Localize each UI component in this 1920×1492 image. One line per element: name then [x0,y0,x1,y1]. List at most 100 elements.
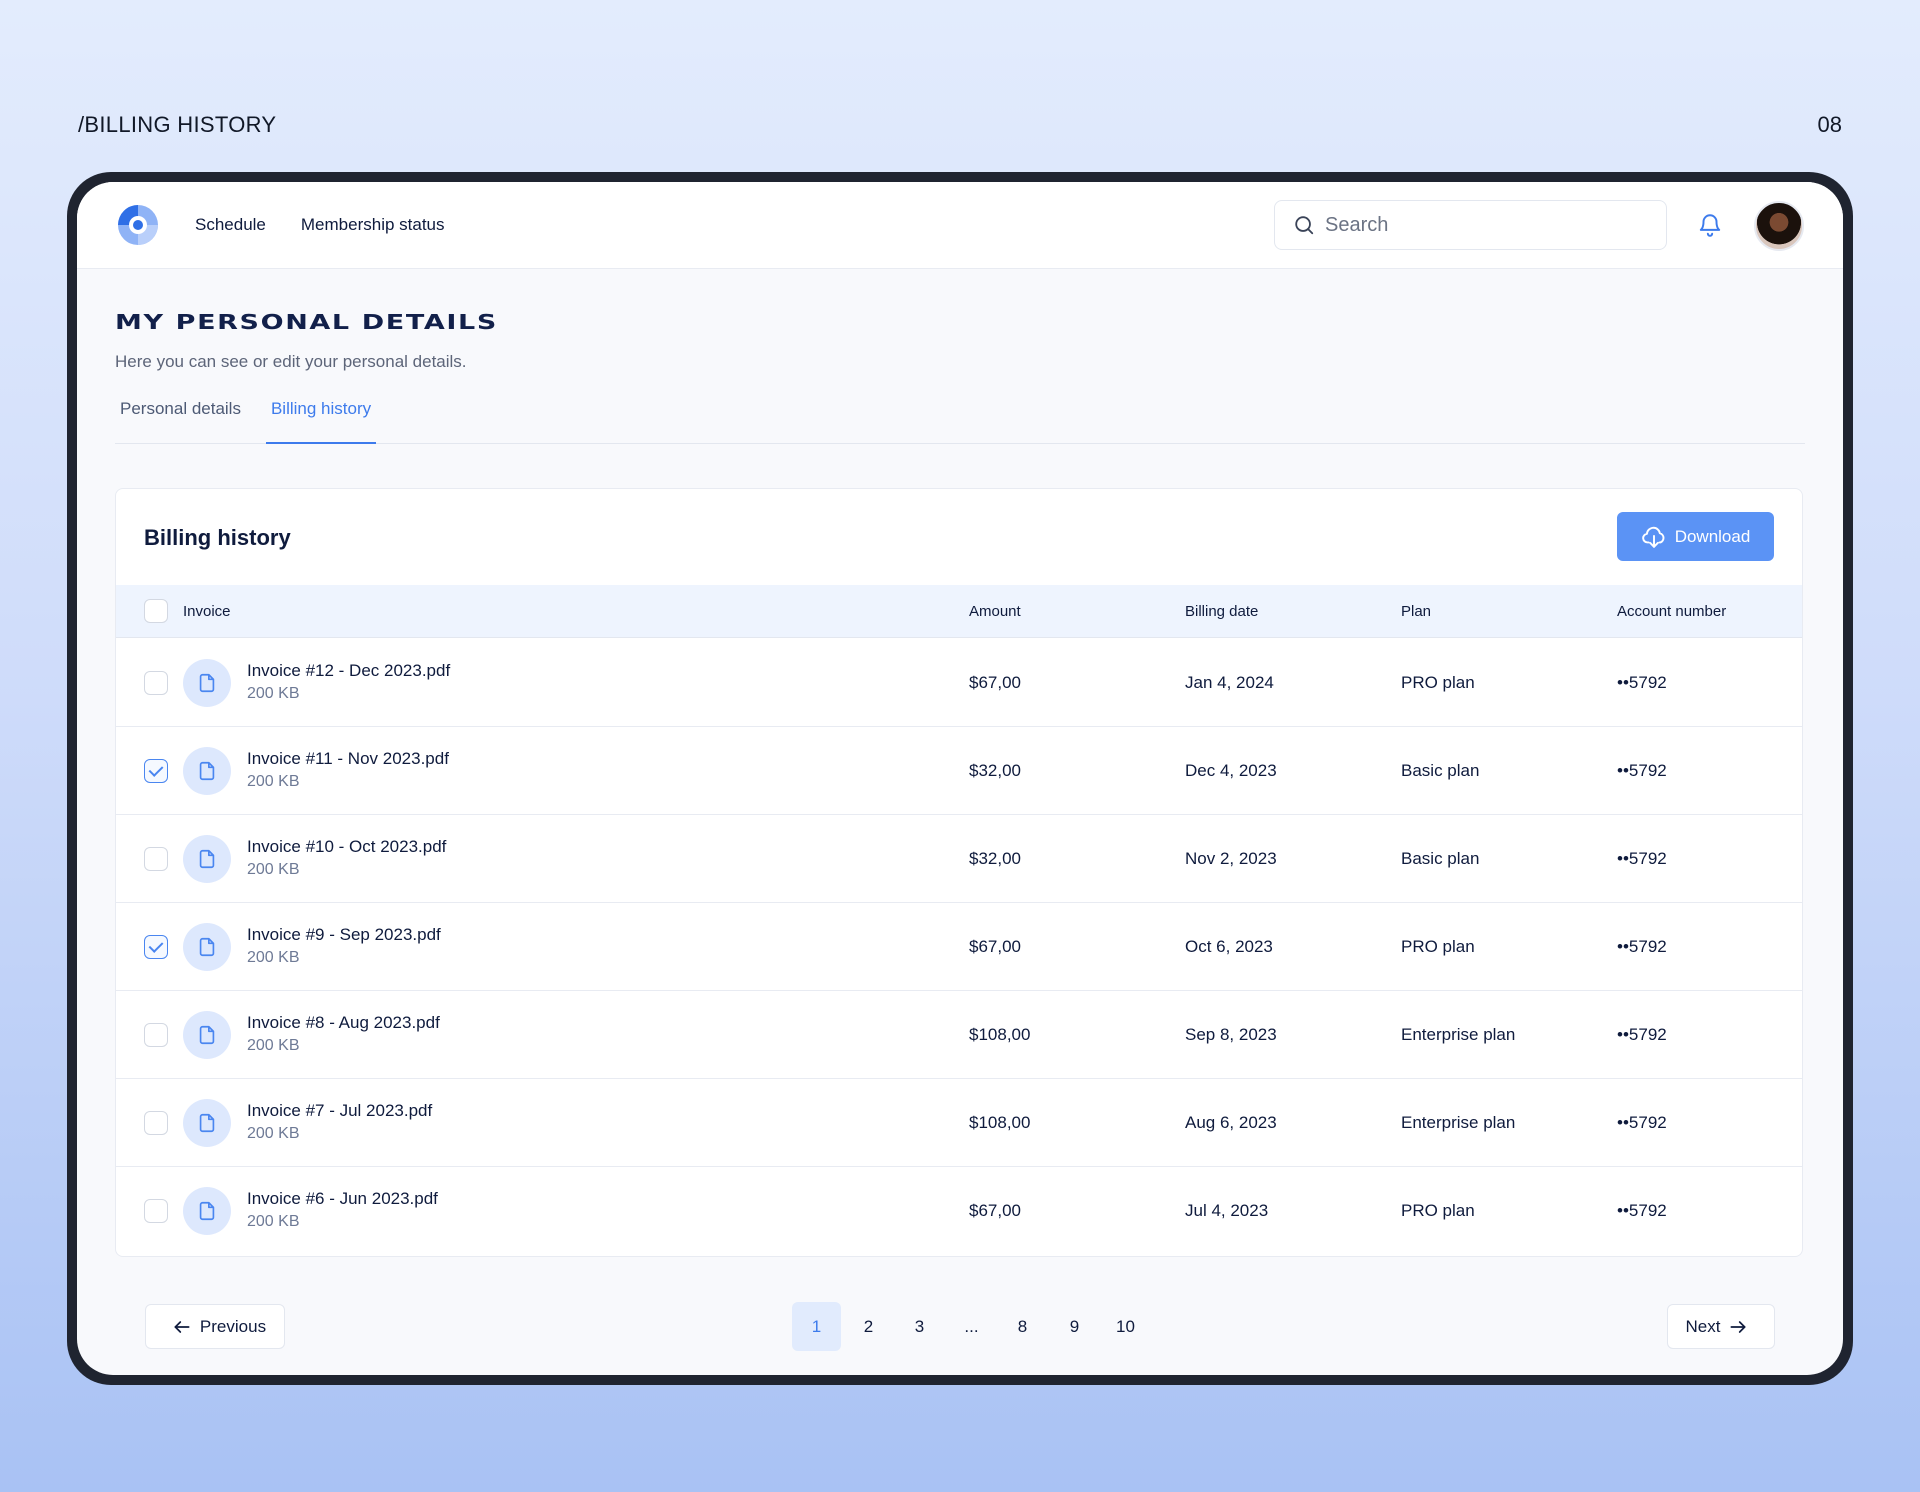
previous-button[interactable]: Previous [145,1304,285,1349]
billing-history-card: Billing history Download Invoice Amount … [115,488,1803,1257]
amount-cell: $108,00 [969,1025,1031,1044]
page-number-button[interactable]: 9 [1050,1302,1099,1351]
table-row[interactable]: Invoice #9 - Sep 2023.pdf 200 KB $67,00 Oct… [116,903,1802,991]
invoice-file-name[interactable]: Invoice #7 - Jul 2023.pdf [247,1101,432,1121]
row-checkbox[interactable] [144,1199,168,1223]
file-icon [183,835,231,883]
file-icon [183,747,231,795]
download-button[interactable]: Download [1617,512,1774,561]
row-checkbox[interactable] [144,935,168,959]
nav-link-membership-status[interactable]: Membership status [301,215,445,235]
invoice-file-size: 200 KB [247,773,300,790]
plan-cell: PRO plan [1401,1201,1475,1220]
invoice-file-name[interactable]: Invoice #11 - Nov 2023.pdf [247,749,449,769]
page-ellipsis: ... [964,1317,979,1336]
app-screen: Schedule Membership status MY PERSONAL D… [77,182,1843,1375]
tab-billing-history[interactable]: Billing history [265,394,377,444]
row-checkbox[interactable] [144,1023,168,1047]
top-navigation: Schedule Membership status [77,182,1843,269]
file-icon [183,1099,231,1147]
column-header-plan[interactable]: Plan [1401,585,1431,638]
arrow-right-icon [1730,1320,1746,1333]
row-checkbox[interactable] [144,847,168,871]
table-row[interactable]: Invoice #12 - Dec 2023.pdf 200 KB $67,00 Ja… [116,639,1802,727]
amount-cell: $32,00 [969,761,1021,780]
page-number-button[interactable]: 1 [792,1302,841,1351]
invoice-file-size: 200 KB [247,1125,300,1142]
previous-label: Previous [199,1316,267,1336]
download-label: Download [1674,526,1751,546]
nav-link-schedule[interactable]: Schedule [195,215,266,235]
invoice-file-size: 200 KB [247,1037,300,1054]
account-number-cell: ••5792 [1617,761,1667,780]
tab-personal-details[interactable]: Personal details [115,394,246,444]
table-row[interactable]: Invoice #8 - Aug 2023.pdf 200 KB $108,00 Se… [116,991,1802,1079]
invoice-file-size: 200 KB [247,1213,300,1230]
account-number-cell: ••5792 [1617,1025,1667,1044]
card-title: Billing history [144,525,291,550]
billing-date-cell: Oct 6, 2023 [1185,937,1273,956]
invoice-file-name[interactable]: Invoice #9 - Sep 2023.pdf [247,925,441,945]
arrow-left-icon [174,1320,190,1333]
amount-cell: $67,00 [969,937,1021,956]
next-button[interactable]: Next [1667,1304,1775,1349]
account-number-cell: ••5792 [1617,937,1667,956]
page-number-button[interactable]: 2 [844,1302,893,1351]
plan-cell: Enterprise plan [1401,1113,1516,1132]
invoice-file-name[interactable]: Invoice #10 - Oct 2023.pdf [247,837,446,857]
cloud-download-icon [1641,526,1665,548]
row-checkbox[interactable] [144,671,168,695]
billing-date-cell: Sep 8, 2023 [1185,1025,1277,1044]
account-number-cell: ••5792 [1617,1113,1667,1132]
page-number-button[interactable]: 8 [998,1302,1047,1351]
file-icon [183,923,231,971]
search-input[interactable] [1325,213,1625,237]
plan-cell: Enterprise plan [1401,1025,1516,1044]
column-header-amount[interactable]: Amount [969,585,1021,638]
table-row[interactable]: Invoice #11 - Nov 2023.pdf 200 KB $32,00 De… [116,727,1802,815]
invoice-file-size: 200 KB [247,861,300,878]
billing-date-cell: Jul 4, 2023 [1185,1201,1269,1220]
account-number-cell: ••5792 [1617,673,1667,692]
amount-cell: $32,00 [969,849,1021,868]
plan-cell: PRO plan [1401,937,1475,956]
invoice-file-name[interactable]: Invoice #12 - Dec 2023.pdf [247,661,450,681]
select-all-checkbox[interactable] [144,599,168,623]
account-number-cell: ••5792 [1617,849,1667,868]
invoice-file-name[interactable]: Invoice #8 - Aug 2023.pdf [247,1013,440,1033]
row-checkbox[interactable] [144,1111,168,1135]
brand-logo[interactable] [115,202,161,248]
page-title: MY PERSONAL DETAILS [115,310,498,334]
billing-date-cell: Aug 6, 2023 [1185,1113,1277,1132]
billing-date-cell: Nov 2, 2023 [1185,849,1277,868]
device-frame: Schedule Membership status MY PERSONAL D… [67,172,1853,1385]
file-icon [183,1187,231,1235]
user-avatar[interactable] [1754,201,1804,251]
table-header: Invoice Amount Billing date Plan Account… [116,585,1802,638]
amount-cell: $67,00 [969,673,1021,692]
bell-icon[interactable] [1697,212,1723,238]
billing-date-cell: Jan 4, 2024 [1185,673,1274,692]
table-row[interactable]: Invoice #10 - Oct 2023.pdf 200 KB $32,00 No… [116,815,1802,903]
next-label: Next [1685,1316,1721,1336]
column-header-invoice[interactable]: Invoice [183,585,231,638]
page-subtitle: Here you can see or edit your personal d… [115,352,467,371]
invoice-file-size: 200 KB [247,949,300,966]
invoice-file-name[interactable]: Invoice #6 - Jun 2023.pdf [247,1189,438,1209]
table-row[interactable]: Invoice #6 - Jun 2023.pdf 200 KB $67,00 Jul… [116,1167,1802,1255]
search-icon [1295,216,1314,235]
column-header-billing-date[interactable]: Billing date [1185,585,1258,638]
account-number-cell: ••5792 [1617,1201,1667,1220]
table-row[interactable]: Invoice #7 - Jul 2023.pdf 200 KB $108,00 Au… [116,1079,1802,1167]
row-checkbox[interactable] [144,759,168,783]
amount-cell: $108,00 [969,1113,1031,1132]
amount-cell: $67,00 [969,1201,1021,1220]
slide-number: 08 [1817,112,1842,137]
plan-cell: Basic plan [1401,849,1480,868]
page-number-button[interactable]: 3 [895,1302,944,1351]
page-number-button[interactable]: 10 [1101,1302,1150,1351]
billing-date-cell: Dec 4, 2023 [1185,761,1277,780]
column-header-account-number[interactable]: Account number [1617,585,1726,638]
slide-label: /BILLING HISTORY [78,112,277,137]
search-box[interactable] [1274,200,1667,250]
